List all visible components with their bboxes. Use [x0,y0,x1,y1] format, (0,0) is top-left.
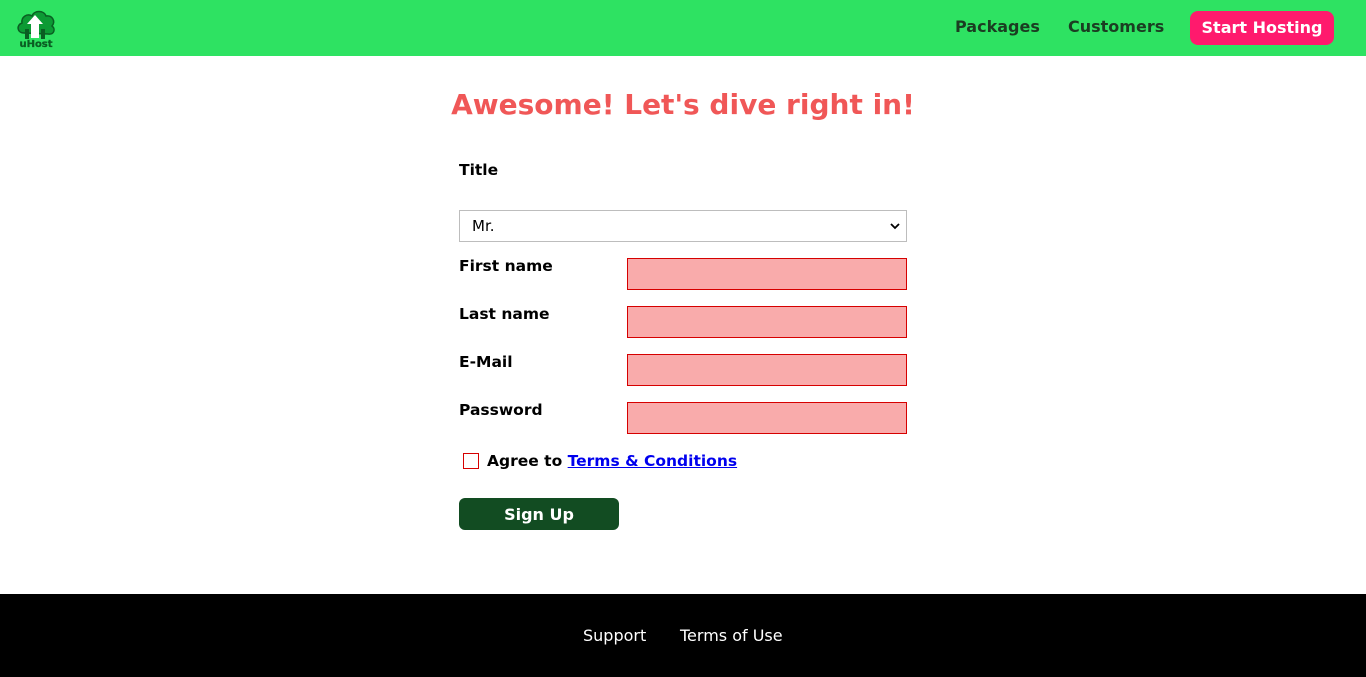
nav-customers-link[interactable]: Customers [1068,17,1164,36]
password-label: Password [459,401,543,419]
title-label: Title [459,161,499,179]
chevron-down-icon [890,223,900,230]
password-field[interactable] [627,402,907,434]
last-name-field[interactable] [627,306,907,338]
start-hosting-button[interactable]: Start Hosting [1190,11,1334,45]
sign-up-button[interactable]: Sign Up [459,498,619,530]
footer-support-link[interactable]: Support [583,626,646,645]
footer-terms-of-use-link[interactable]: Terms of Use [680,626,783,645]
agree-checkbox[interactable] [463,453,479,469]
site-footer: Support Terms of Use [0,594,1366,677]
title-select[interactable]: Mr. [459,210,907,242]
first-name-field[interactable] [627,258,907,290]
last-name-label: Last name [459,305,550,323]
title-selected-value: Mr. [472,217,495,235]
agree-text: Agree to [487,452,563,470]
terms-conditions-link[interactable]: Terms & Conditions [568,452,737,470]
first-name-label: First name [459,257,553,275]
page-title: Awesome! Let's dive right in! [451,88,915,121]
agree-label: Agree to Terms & Conditions [487,452,737,470]
site-header: uHost Packages Customers Start Hosting [0,0,1366,56]
uhost-logo-icon[interactable]: uHost [14,7,58,50]
email-field[interactable] [627,354,907,386]
svg-text:uHost: uHost [19,39,52,49]
email-label: E-Mail [459,353,513,371]
nav-packages-link[interactable]: Packages [955,17,1040,36]
